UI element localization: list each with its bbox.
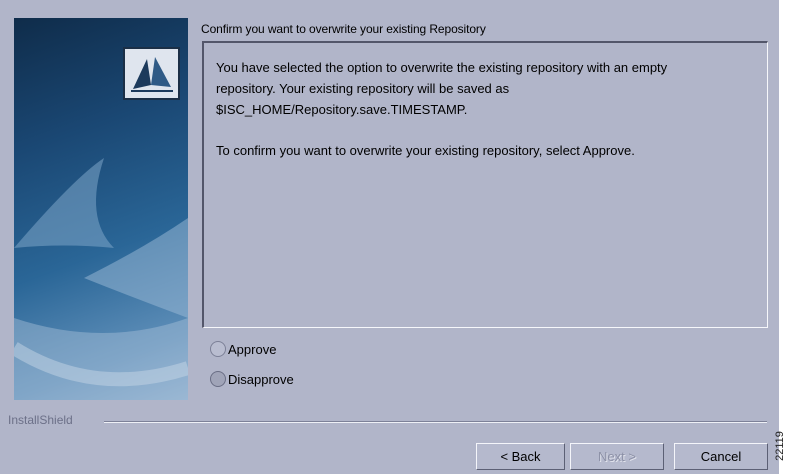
message-line: repository. Your existing repository wil… bbox=[216, 81, 510, 96]
disapprove-option[interactable]: Disapprove bbox=[210, 371, 294, 387]
disapprove-label: Disapprove bbox=[228, 371, 294, 387]
message-panel: You have selected the option to overwrit… bbox=[202, 41, 768, 328]
installshield-logo-icon bbox=[123, 47, 180, 100]
figure-id-text: 22119 bbox=[773, 431, 786, 461]
page-title: Confirm you want to overwrite your exist… bbox=[201, 22, 486, 36]
footer-divider bbox=[104, 421, 767, 423]
figure-id-label: 22119 bbox=[774, 418, 791, 474]
side-banner-image bbox=[14, 18, 188, 400]
disapprove-radio[interactable] bbox=[210, 371, 226, 387]
approve-label: Approve bbox=[228, 341, 277, 357]
message-line: You have selected the option to overwrit… bbox=[216, 60, 668, 75]
installshield-brand-label: InstallShield bbox=[8, 413, 73, 427]
message-line: $ISC_HOME/Repository.save.TIMESTAMP. bbox=[216, 102, 468, 117]
approve-option[interactable]: Approve bbox=[210, 341, 276, 357]
approve-radio[interactable] bbox=[210, 341, 226, 357]
cancel-button[interactable]: Cancel bbox=[674, 443, 768, 470]
next-button[interactable]: Next > bbox=[570, 443, 664, 470]
back-button[interactable]: < Back bbox=[476, 443, 565, 470]
message-line: To confirm you want to overwrite your ex… bbox=[216, 143, 635, 158]
installer-dialog: Confirm you want to overwrite your exist… bbox=[0, 0, 779, 474]
